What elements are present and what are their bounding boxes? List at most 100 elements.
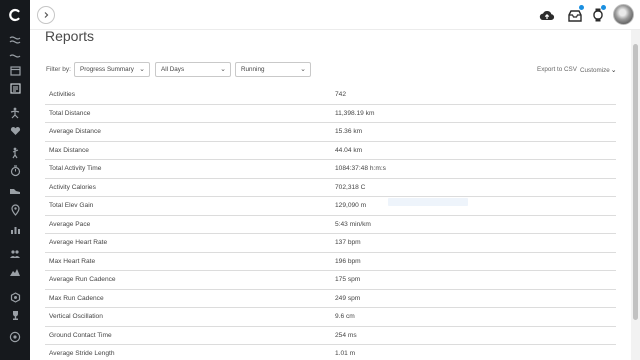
row-label: Ground Contact Time (49, 331, 112, 339)
upload-button[interactable] (538, 6, 556, 24)
export-csv-link[interactable]: Export to CSV (537, 66, 577, 73)
user-avatar[interactable] (613, 4, 634, 25)
row-label: Vertical Oscillation (49, 313, 103, 320)
golf-icon (12, 147, 19, 159)
table-row: Total Elev Gain 129,090 m (45, 197, 616, 216)
heart-icon (10, 127, 20, 135)
table-row: Average Pace 5:43 min/km (45, 216, 616, 234)
activity-type-select[interactable]: Running ⌄ (235, 62, 311, 77)
expand-sidebar-button[interactable] (37, 6, 55, 24)
row-value: 196 bpm (335, 257, 361, 265)
report-type-value: Progress Summary (80, 66, 134, 73)
mountains-icon (10, 269, 20, 276)
sidebar-item-training[interactable] (0, 162, 30, 180)
row-label: Average Distance (49, 128, 101, 135)
row-label: Activity Calories (49, 183, 96, 191)
row-label: Average Pace (49, 220, 91, 228)
activity-person-icon (10, 107, 20, 119)
customize-dropdown[interactable]: Customize⌄ (580, 66, 617, 74)
sidebar-item-add[interactable] (0, 328, 30, 346)
people-icon (10, 250, 20, 258)
row-label: Total Distance (49, 109, 91, 117)
row-value: 5:43 min/km (335, 220, 371, 228)
waves-icon (9, 54, 21, 58)
location-pin-icon (10, 204, 20, 216)
sidebar-item-calendar[interactable] (0, 61, 30, 79)
chevron-right-icon (44, 12, 49, 18)
bar-chart-icon (10, 227, 20, 234)
row-value: 44.04 km (335, 146, 363, 154)
calendar-icon (9, 65, 21, 76)
devices-button[interactable] (589, 5, 607, 24)
filter-label: Filter by: (46, 66, 71, 73)
report-type-select[interactable]: Progress Summary ⌄ (74, 62, 150, 77)
table-row: Average Distance 15.36 km (45, 123, 616, 142)
sidebar-item-reports[interactable] (0, 79, 30, 97)
table-row: Average Run Cadence 175 spm (45, 271, 616, 290)
inbox-button[interactable] (566, 5, 584, 24)
sidebar-item-gear[interactable] (0, 182, 30, 200)
sidebar-item-stats[interactable] (0, 221, 30, 239)
sidebar-item-records[interactable] (0, 306, 30, 324)
sidebar-item-challenges[interactable] (0, 263, 30, 281)
logo-icon (9, 8, 20, 22)
table-row: Total Distance 11,398.19 km (45, 105, 616, 123)
scrollbar-thumb[interactable] (633, 44, 638, 320)
trophy-icon (12, 310, 18, 320)
table-row: Max Heart Rate 196 bpm (45, 253, 616, 271)
sidebar-item-connections[interactable] (0, 245, 30, 263)
row-value: 1084:37:48 h:m:s (335, 165, 386, 172)
devices-notification-dot (601, 5, 606, 10)
badge-icon (10, 291, 20, 303)
stream-icon (9, 36, 21, 44)
row-label: Total Activity Time (49, 165, 102, 172)
row-label: Total Elev Gain (49, 202, 94, 209)
row-value: 137 bpm (335, 239, 361, 246)
row-value: 15.36 km (335, 128, 363, 135)
row-label: Average Stride Length (49, 350, 115, 357)
row-value: 11,398.19 km (335, 109, 375, 117)
table-row: Average Stride Length 1.01 m (45, 345, 616, 360)
row-value: 1.01 m (335, 350, 356, 357)
table-row: Activities 742 (45, 86, 616, 105)
activity-type-value: Running (241, 66, 265, 73)
table-row: Ground Contact Time 254 ms (45, 327, 616, 345)
page-scrollbar[interactable] (631, 30, 640, 360)
row-label: Max Distance (49, 146, 89, 154)
sidebar-item-health[interactable] (0, 122, 30, 140)
table-row: Vertical Oscillation 9.6 cm (45, 308, 616, 327)
row-value: 129,090 m (335, 202, 367, 209)
row-label: Max Run Cadence (49, 294, 104, 302)
customize-label: Customize (580, 67, 610, 74)
date-range-value: All Days (161, 66, 185, 73)
row-value: 249 spm (335, 294, 361, 302)
sidebar-item-badges[interactable] (0, 288, 30, 306)
inbox-icon (568, 9, 582, 22)
plus-circle-icon (9, 331, 21, 343)
table-row: Max Distance 44.04 km (45, 142, 616, 160)
row-value: 254 ms (335, 331, 357, 339)
shoe-icon (10, 189, 20, 194)
sidebar-item-golf[interactable] (0, 144, 30, 162)
table-row: Average Heart Rate 137 bpm (45, 234, 616, 253)
watch-icon (593, 8, 603, 22)
row-value: 9.6 cm (335, 313, 355, 320)
table-row: Max Run Cadence 249 spm (45, 290, 616, 308)
row-value: 742 (335, 91, 347, 98)
sidebar-item-segments[interactable] (0, 201, 30, 219)
report-icon (9, 82, 21, 94)
table-row: Total Activity Time 1084:37:48 h:m:s (45, 160, 616, 179)
chevron-down-icon: ⌄ (300, 66, 306, 73)
inbox-notification-dot (579, 5, 584, 10)
cloud-upload-icon (539, 10, 555, 20)
date-range-select[interactable]: All Days ⌄ (155, 62, 231, 77)
row-label: Activities (49, 91, 76, 98)
row-label: Average Run Cadence (49, 276, 116, 283)
page-title: Reports (45, 28, 95, 44)
sidebar-item-activities[interactable] (0, 104, 30, 122)
report-table: Activities 742 Total Distance 11,398.19 km A… (45, 86, 616, 360)
table-row: Activity Calories 702,318 C (45, 179, 616, 197)
garmin-connect-logo[interactable] (0, 0, 30, 30)
row-label: Average Heart Rate (49, 239, 108, 246)
top-bar (30, 0, 640, 30)
